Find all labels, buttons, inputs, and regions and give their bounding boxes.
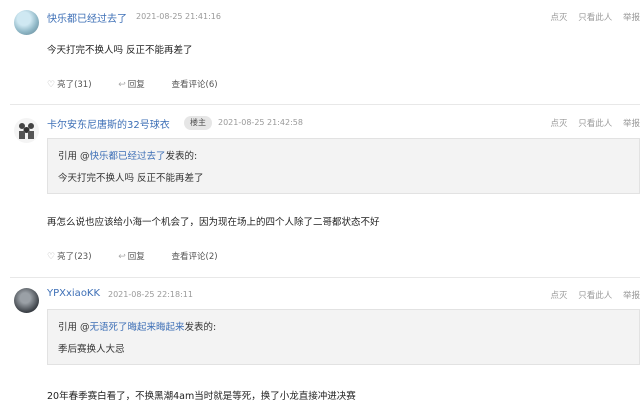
only-this-user-action[interactable]: 只看此人: [578, 13, 612, 23]
comment-actions: 点灭 只看此人 举报: [543, 11, 640, 23]
like-action[interactable]: 点灭: [551, 291, 568, 301]
quote-header: 引用 @无语死了晦起来晦起来发表的:: [58, 319, 216, 333]
timestamp: 2021-08-25 21:41:16: [136, 12, 221, 21]
comment-text: 今天打完不换人吗 反正不能再差了: [47, 45, 193, 56]
reply-button[interactable]: ↩ 回复: [118, 250, 145, 262]
reply-label: 回复: [127, 252, 145, 262]
op-badge: 楼主: [184, 116, 212, 130]
like-count: 亮了(23): [57, 252, 92, 262]
quote-text: 今天打完不换人吗 反正不能再差了: [58, 173, 204, 184]
reply-icon: ↩: [118, 252, 126, 262]
comment-text: 20年春季赛白看了，不换黑潮4am当时就是等死，换了小龙直接冲进决赛: [47, 391, 356, 402]
timestamp: 2021-08-25 22:18:11: [108, 290, 193, 299]
comment-2: 卡尔安东尼唐斯的32号球衣 楼主 2021-08-25 21:42:58 点灭 …: [0, 106, 640, 278]
username[interactable]: 卡尔安东尼唐斯的32号球衣: [47, 116, 170, 131]
like-button[interactable]: ♡ 亮了(31): [47, 78, 92, 90]
bulb-icon: ♡: [47, 252, 56, 262]
avatar[interactable]: [14, 118, 39, 143]
view-comments-button[interactable]: 查看评论(2): [172, 250, 218, 262]
comment-1: 快乐都已经过去了 2021-08-25 21:41:16 点灭 只看此人 举报 …: [0, 0, 640, 105]
quote-prefix: 引用 @: [58, 322, 90, 333]
only-this-user-action[interactable]: 只看此人: [578, 291, 612, 301]
quote-text: 季后赛换人大忌: [58, 344, 125, 355]
report-action[interactable]: 举报: [623, 119, 640, 129]
reply-label: 回复: [127, 80, 145, 90]
avatar[interactable]: [14, 288, 39, 313]
like-count: 亮了(31): [57, 80, 92, 90]
comment-actions: 点灭 只看此人 举报: [543, 117, 640, 129]
timestamp: 2021-08-25 21:42:58: [218, 118, 303, 127]
quote-suffix: 发表的:: [184, 322, 217, 333]
report-action[interactable]: 举报: [623, 13, 640, 23]
quote-block: 引用 @快乐都已经过去了发表的: 今天打完不换人吗 反正不能再差了: [47, 138, 640, 194]
quote-suffix: 发表的:: [165, 151, 198, 162]
avatar[interactable]: [14, 10, 39, 35]
view-comments-button[interactable]: 查看评论(6): [172, 78, 218, 90]
like-action[interactable]: 点灭: [551, 119, 568, 129]
like-action[interactable]: 点灭: [551, 13, 568, 23]
comment-footer: ♡ 亮了(31) ↩ 回复 查看评论(6): [47, 78, 242, 90]
comment-text: 再怎么说也应该给小海一个机会了，因为现在场上的四个人除了二哥都状态不好: [47, 217, 380, 228]
bulb-icon: ♡: [47, 80, 56, 90]
reply-icon: ↩: [118, 80, 126, 90]
quote-block: 引用 @无语死了晦起来晦起来发表的: 季后赛换人大忌: [47, 309, 640, 365]
quoted-user-link[interactable]: 无语死了晦起来晦起来: [90, 322, 185, 333]
quoted-user-link[interactable]: 快乐都已经过去了: [90, 151, 166, 162]
only-this-user-action[interactable]: 只看此人: [578, 119, 612, 129]
divider: [10, 104, 640, 105]
username[interactable]: YPXxiaoKK: [47, 288, 100, 299]
reply-button[interactable]: ↩ 回复: [118, 78, 145, 90]
like-button[interactable]: ♡ 亮了(23): [47, 250, 92, 262]
report-action[interactable]: 举报: [623, 291, 640, 301]
comment-actions: 点灭 只看此人 举报: [543, 289, 640, 301]
quote-prefix: 引用 @: [58, 151, 90, 162]
username[interactable]: 快乐都已经过去了: [47, 10, 127, 25]
comment-3: YPXxiaoKK 2021-08-25 22:18:11 点灭 只看此人 举报…: [0, 278, 640, 418]
quote-header: 引用 @快乐都已经过去了发表的:: [58, 148, 197, 162]
comment-footer: ♡ 亮了(23) ↩ 回复 查看评论(2): [47, 250, 242, 262]
